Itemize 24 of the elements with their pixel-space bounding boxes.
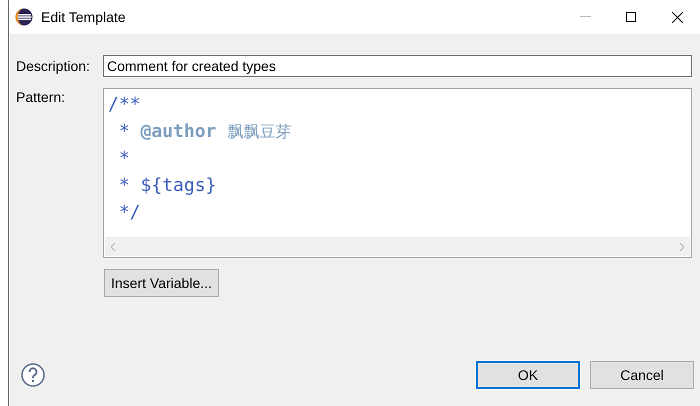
app-logo-icon [15, 8, 33, 26]
pattern-label: Pattern: [16, 88, 66, 105]
code-text: * [118, 121, 131, 142]
scroll-right-icon[interactable] [679, 242, 684, 250]
insert-variable-button[interactable]: Insert Variable... [104, 269, 219, 297]
code-text: * [118, 148, 130, 169]
code-text: 飘飘豆芽 [227, 122, 292, 141]
minimize-icon[interactable] [580, 16, 590, 18]
code-text: ${tags} [140, 175, 216, 196]
dialog-button[interactable]: Cancel [590, 361, 694, 389]
code-text: /** [108, 94, 141, 115]
horizontal-scrollbar[interactable] [105, 237, 690, 256]
close-icon[interactable] [672, 12, 682, 22]
code-text: * [118, 175, 131, 196]
help-icon[interactable] [21, 363, 45, 387]
maximize-icon[interactable] [626, 12, 636, 22]
description-field[interactable]: Comment for created types [103, 55, 692, 77]
dialog-button[interactable]: OK [476, 361, 580, 389]
code-text: */ [118, 202, 141, 223]
window-title: Edit Template [41, 9, 127, 25]
pattern-editor[interactable]: /** * @author 飘飘豆芽 * * ${tags} */ [103, 88, 692, 258]
code-text: @author [140, 121, 216, 142]
description-label: Description: [16, 57, 91, 74]
scroll-left-icon[interactable] [111, 242, 116, 250]
